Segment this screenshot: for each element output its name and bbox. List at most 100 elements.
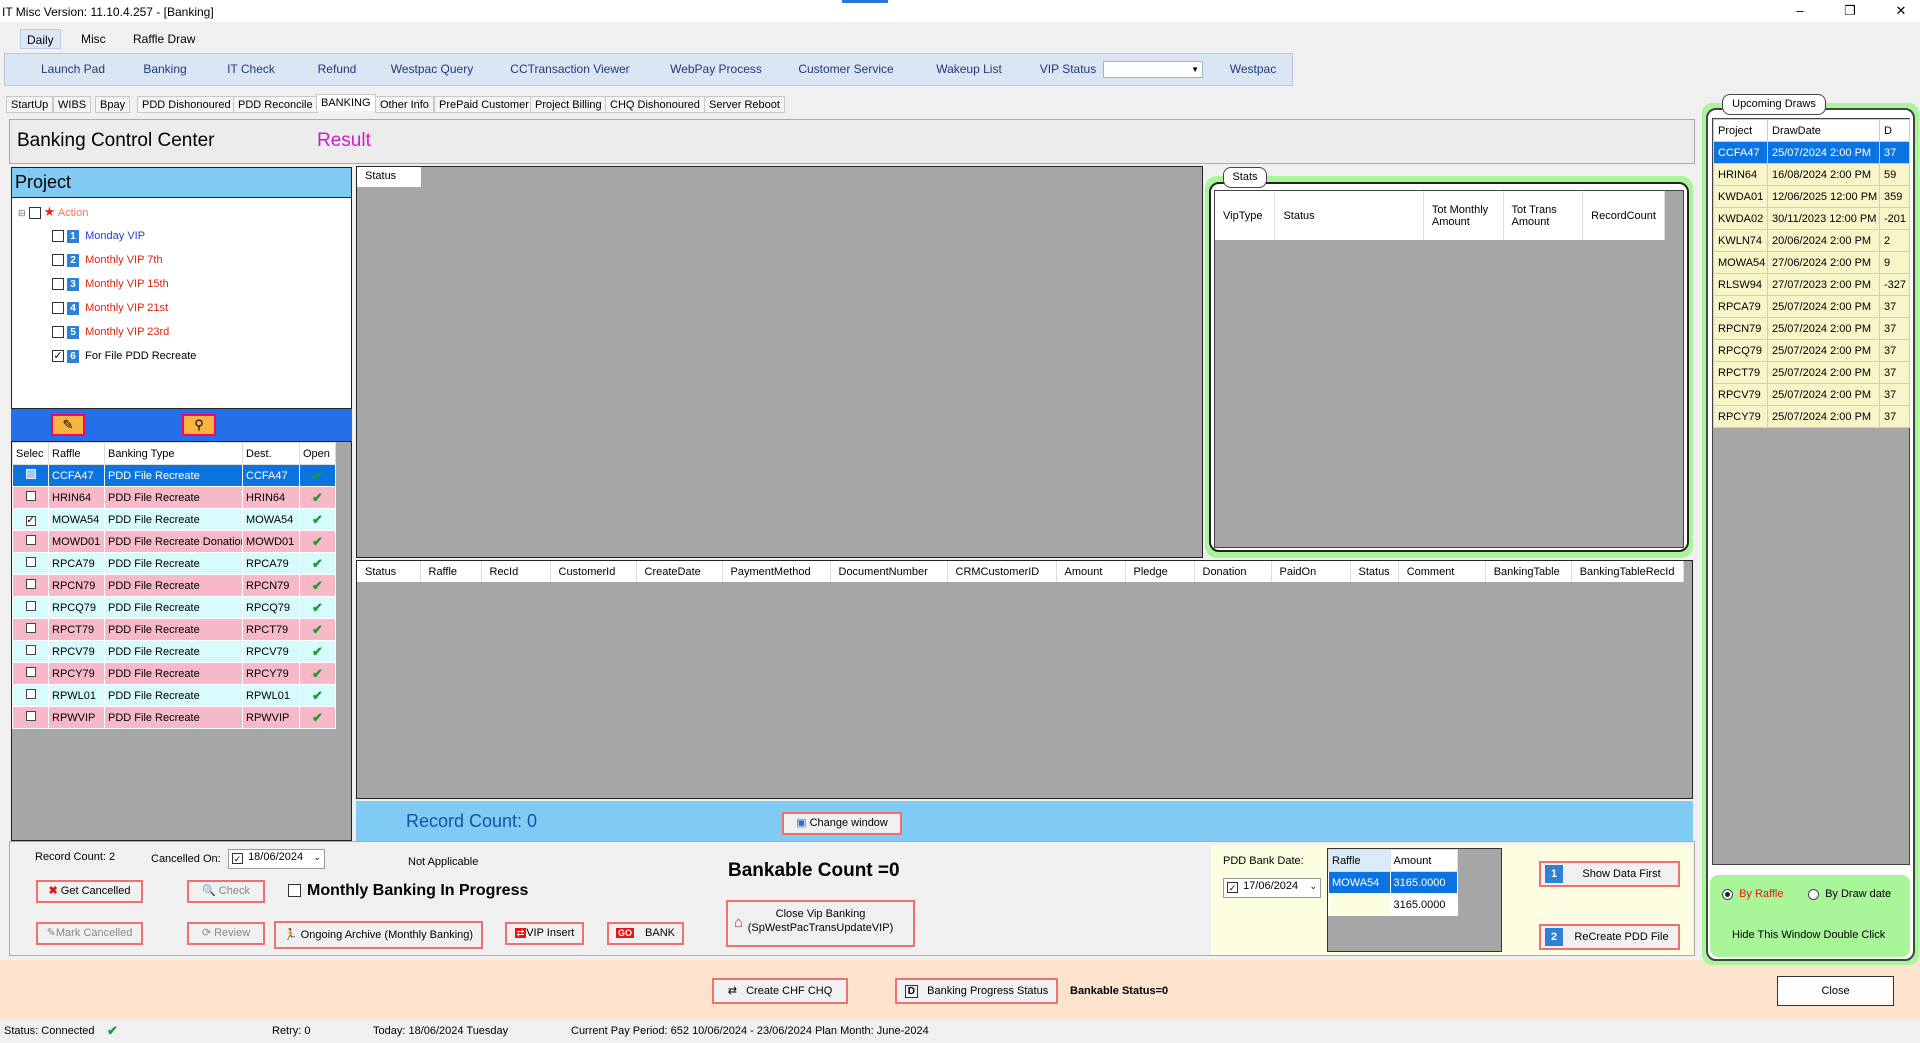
table-row[interactable]: MOWA54 3165.0000 — [1328, 871, 1459, 894]
table-row[interactable]: KWLN74 20/06/2024 2:00 PM 2 — [1713, 229, 1910, 252]
minimize-icon[interactable]: – — [1785, 2, 1815, 20]
row-select-cell[interactable] — [12, 574, 49, 597]
col-pdd-amount[interactable]: Amount — [1389, 849, 1459, 872]
table-row[interactable]: CCFA47 PDD File Recreate CCFA47 ✔ — [12, 464, 336, 487]
table-row[interactable]: CCFA47 25/07/2024 2:00 PM 37 — [1713, 141, 1910, 164]
tab-pdd-reconcile[interactable]: PDD Reconcile — [233, 96, 318, 113]
vip-insert-button[interactable]: ⇄ VIP Insert — [505, 922, 584, 945]
bank-button[interactable]: GO BANK — [607, 922, 684, 945]
row-checkbox[interactable] — [25, 535, 36, 545]
banking-button[interactable]: Banking — [129, 54, 201, 85]
col-select[interactable]: Selec — [12, 442, 49, 465]
table-row[interactable]: RPCN79 PDD File Recreate RPCN79 ✔ — [12, 574, 336, 597]
col-tot-monthly-amount[interactable]: Tot Monthly Amount — [1423, 191, 1504, 240]
col-stats-status[interactable]: Status — [1274, 191, 1424, 240]
tree-item-checkbox[interactable] — [52, 326, 64, 339]
refund-button[interactable]: Refund — [301, 54, 373, 85]
col-header[interactable]: CustomerId — [550, 561, 637, 582]
tree-item[interactable]: 3 Monthly VIP 15th — [52, 275, 169, 293]
row-checkbox[interactable] — [25, 579, 36, 589]
by-draw-date-radio[interactable] — [1808, 888, 1819, 900]
by-raffle-radio[interactable] — [1722, 888, 1733, 900]
col-header[interactable]: PaymentMethod — [722, 561, 831, 582]
col-header[interactable]: Raffle — [420, 561, 482, 582]
review-button[interactable]: ⟳ Review — [187, 922, 265, 945]
collapse-icon[interactable]: ⊟ — [18, 208, 26, 218]
westpac-button[interactable]: Westpac — [1220, 54, 1286, 85]
root-checkbox[interactable] — [28, 207, 41, 220]
col-header[interactable]: Status — [357, 561, 421, 582]
check-button[interactable]: 🔍 Check — [187, 880, 265, 903]
table-row[interactable]: RPCV79 25/07/2024 2:00 PM 37 — [1713, 383, 1910, 406]
filter-icon[interactable]: ⚲ — [182, 414, 216, 436]
tab-project-billing[interactable]: Project Billing — [530, 96, 607, 113]
customer-service-button[interactable]: Customer Service — [785, 54, 907, 85]
pencil-icon[interactable]: ✎ — [51, 414, 85, 436]
row-checkbox[interactable]: ✓ — [25, 515, 36, 526]
tab-raffle-draw[interactable]: Raffle Draw — [127, 29, 201, 49]
col-header[interactable]: Amount — [1056, 561, 1126, 582]
cancelled-on-checkbox[interactable]: ✓ — [232, 853, 243, 864]
col-days[interactable]: D — [1879, 119, 1910, 142]
tab-daily[interactable]: Daily — [20, 29, 61, 49]
table-row[interactable]: RPCA79 PDD File Recreate RPCA79 ✔ — [12, 552, 336, 575]
cctransaction-viewer-button[interactable]: CCTransaction Viewer — [500, 54, 640, 85]
close-button[interactable]: Close — [1777, 976, 1894, 1006]
table-row[interactable]: HRIN64 PDD File Recreate HRIN64 ✔ — [12, 486, 336, 509]
col-viptype[interactable]: VipType — [1215, 191, 1276, 240]
row-checkbox[interactable] — [25, 711, 36, 721]
tree-item[interactable]: ✓ 6 For File PDD Recreate — [52, 347, 196, 365]
col-header[interactable]: RecId — [481, 561, 551, 582]
tree-item-checkbox[interactable] — [52, 254, 64, 267]
tree-item-checkbox[interactable]: ✓ — [52, 350, 64, 363]
col-tot-trans-amount[interactable]: Tot Trans Amount — [1503, 191, 1584, 240]
create-chf-chq-button[interactable]: ⇄ Create CHF CHQ — [712, 978, 848, 1004]
row-select-cell[interactable] — [12, 618, 49, 641]
row-select-cell[interactable] — [12, 640, 49, 663]
pdd-date-checkbox[interactable]: ✓ — [1227, 882, 1238, 893]
table-row[interactable]: RPCT79 PDD File Recreate RPCT79 ✔ — [12, 618, 336, 641]
row-select-cell[interactable] — [12, 464, 49, 487]
col-header[interactable]: CreateDate — [636, 561, 723, 582]
col-raffle[interactable]: Raffle — [48, 442, 105, 465]
row-checkbox[interactable] — [25, 491, 36, 501]
it-check-button[interactable]: IT Check — [211, 54, 291, 85]
table-row[interactable]: MOWD01 PDD File Recreate Donation MOWD01 ✔ — [12, 530, 336, 553]
tree-item[interactable]: 4 Monthly VIP 21st — [52, 299, 168, 317]
mark-cancelled-button[interactable]: ✎Mark Cancelled — [36, 922, 143, 945]
by-draw-date-option[interactable]: By Draw date — [1808, 888, 1891, 900]
tab-misc[interactable]: Misc — [75, 29, 112, 49]
restore-icon[interactable]: ❐ — [1835, 2, 1865, 20]
table-row[interactable]: KWDA02 30/11/2023 12:00 PM -201 — [1713, 207, 1910, 230]
tab-other-info[interactable]: Other Info — [375, 96, 434, 113]
row-select-cell[interactable] — [12, 706, 49, 729]
table-row[interactable]: RPCV79 PDD File Recreate RPCV79 ✔ — [12, 640, 336, 663]
westpac-query-button[interactable]: Westpac Query — [382, 54, 482, 85]
tree-item-checkbox[interactable] — [52, 278, 64, 291]
tab-prepaid-customer[interactable]: PrePaid Customer — [434, 96, 534, 113]
ongoing-archive-button[interactable]: 🏃 Ongoing Archive (Monthly Banking) — [274, 921, 483, 949]
table-row[interactable]: MOWA54 27/06/2024 2:00 PM 9 — [1713, 251, 1910, 274]
col-banking-type[interactable]: Banking Type — [104, 442, 243, 465]
row-select-cell[interactable] — [12, 596, 49, 619]
col-header[interactable]: PaidOn — [1271, 561, 1351, 582]
recreate-pdd-file-button[interactable]: 2 ReCreate PDD File — [1539, 924, 1680, 950]
by-raffle-option[interactable]: By Raffle — [1722, 888, 1784, 900]
row-select-cell[interactable]: ✓ — [12, 508, 49, 531]
tab-startup[interactable]: StartUp — [6, 96, 54, 113]
banking-progress-status-button[interactable]: D Banking Progress Status — [895, 978, 1058, 1004]
tree-item[interactable]: 5 Monthly VIP 23rd — [52, 323, 169, 341]
tab-pdd-dishonoured[interactable]: PDD Dishonoured — [137, 96, 236, 113]
col-header[interactable]: BankingTableRecId — [1571, 561, 1684, 582]
row-checkbox[interactable] — [25, 557, 36, 567]
row-checkbox[interactable] — [25, 469, 36, 479]
col-header[interactable]: DocumentNumber — [830, 561, 948, 582]
monthly-banking-checkbox[interactable] — [288, 884, 301, 898]
col-header[interactable]: Pledge — [1125, 561, 1195, 582]
monthly-banking-toggle[interactable]: Monthly Banking In Progress — [288, 882, 528, 900]
table-row[interactable]: RPCT79 25/07/2024 2:00 PM 37 — [1713, 361, 1910, 384]
row-select-cell[interactable] — [12, 684, 49, 707]
row-checkbox[interactable] — [25, 623, 36, 633]
table-row[interactable]: RPCY79 25/07/2024 2:00 PM 37 — [1713, 405, 1910, 428]
show-data-first-button[interactable]: 1 Show Data First — [1539, 861, 1680, 887]
